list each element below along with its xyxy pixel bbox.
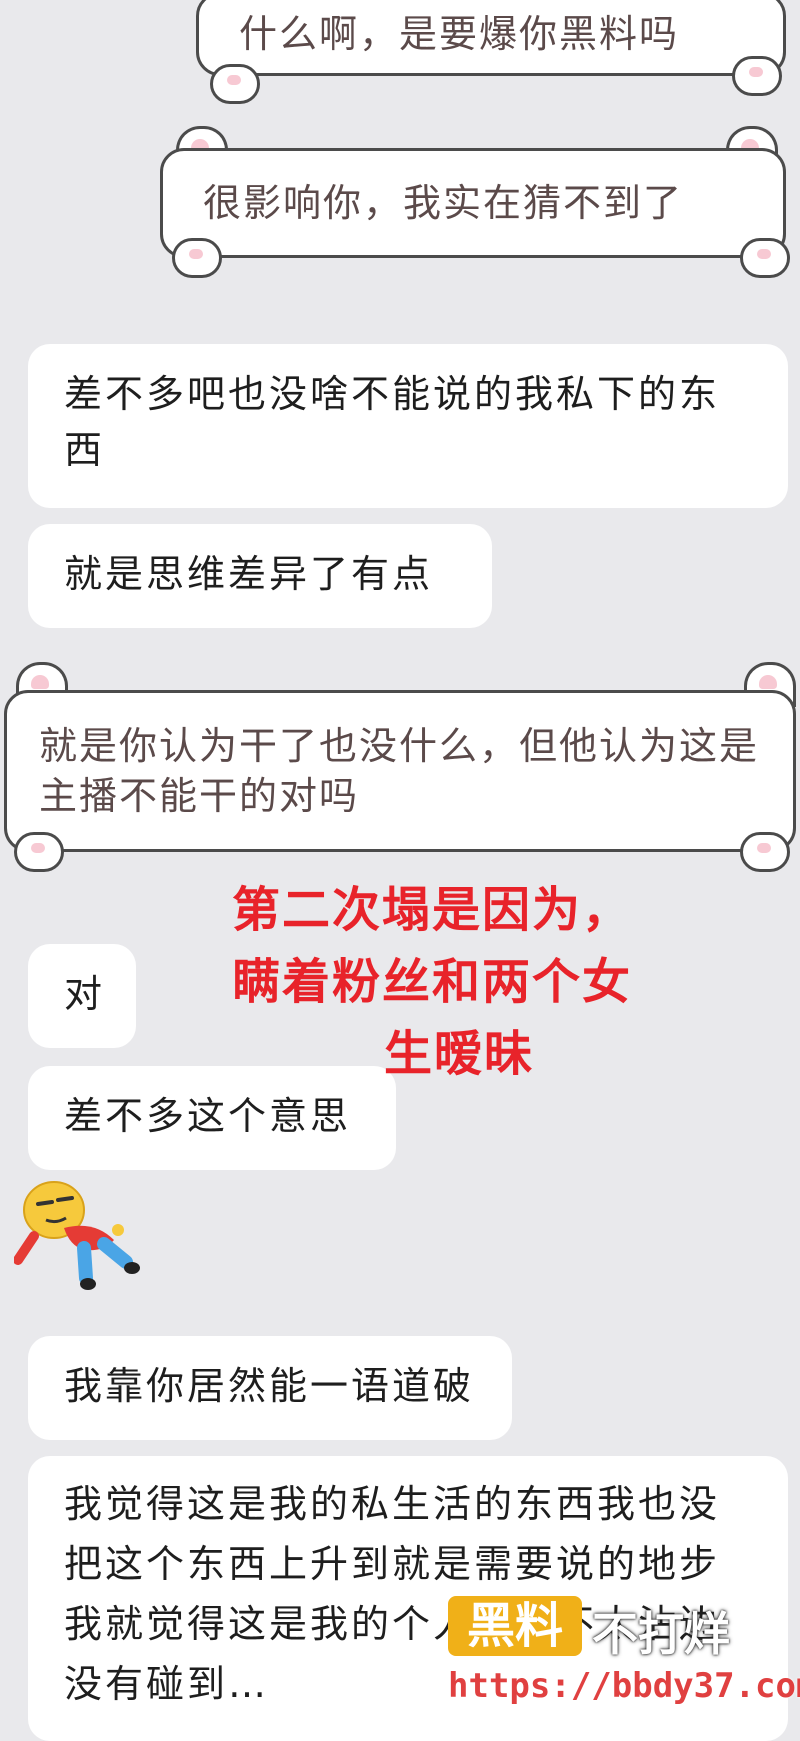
message-text: 什么啊，是要爆你黑料吗: [239, 12, 680, 56]
watermark-url: https://bbdy37.com: [448, 1666, 800, 1706]
cat-paw-icon: [732, 56, 782, 96]
message-text: 很影响你，我实在猜不到了: [203, 181, 684, 225]
message-text: 差不多这个意思: [64, 1094, 352, 1138]
message-bubble-left[interactable]: 就是思维差异了有点: [28, 524, 492, 628]
cat-paw-icon: [210, 64, 260, 104]
overlay-caption: 第二次塌是因为， 瞒着粉丝和两个女 生暧昧: [232, 874, 752, 1090]
overlay-line: 第二次塌是因为，: [232, 882, 633, 938]
overlay-line: 瞒着粉丝和两个女: [232, 954, 633, 1010]
message-bubble-left[interactable]: 对: [28, 944, 136, 1048]
watermark-badge: 黑料: [448, 1596, 582, 1656]
message-text: 差不多吧也没啥不能说的我私下的东西: [64, 372, 721, 472]
message-text: 我靠你居然能一语道破: [64, 1364, 475, 1408]
cat-paw-icon: [14, 832, 64, 872]
cat-paw-icon: [172, 238, 222, 278]
chat-view: 什么啊，是要爆你黑料吗 很影响你，我实在猜不到了 差不多吧也没啥不能说的我私下的…: [0, 0, 800, 1741]
message-bubble-left[interactable]: 我靠你居然能一语道破: [28, 1336, 512, 1440]
watermark-brand: 不打烊: [592, 1607, 730, 1661]
message-text: 对: [64, 972, 106, 1016]
lying-emoji-sticker-icon[interactable]: [13, 1180, 140, 1290]
message-text: 就是思维差异了有点: [64, 552, 434, 596]
message-text: 就是你认为干了也没什么，但他认为这是主播不能干的对吗: [39, 724, 760, 818]
overlay-line: 生暧昧: [384, 1026, 535, 1082]
message-bubble-left[interactable]: 差不多吧也没啥不能说的我私下的东西: [28, 344, 788, 508]
watermark: 黑料 不打烊 https://bbdy37.com: [448, 1596, 800, 1726]
cat-paw-icon: [740, 832, 790, 872]
cat-paw-icon: [740, 238, 790, 278]
